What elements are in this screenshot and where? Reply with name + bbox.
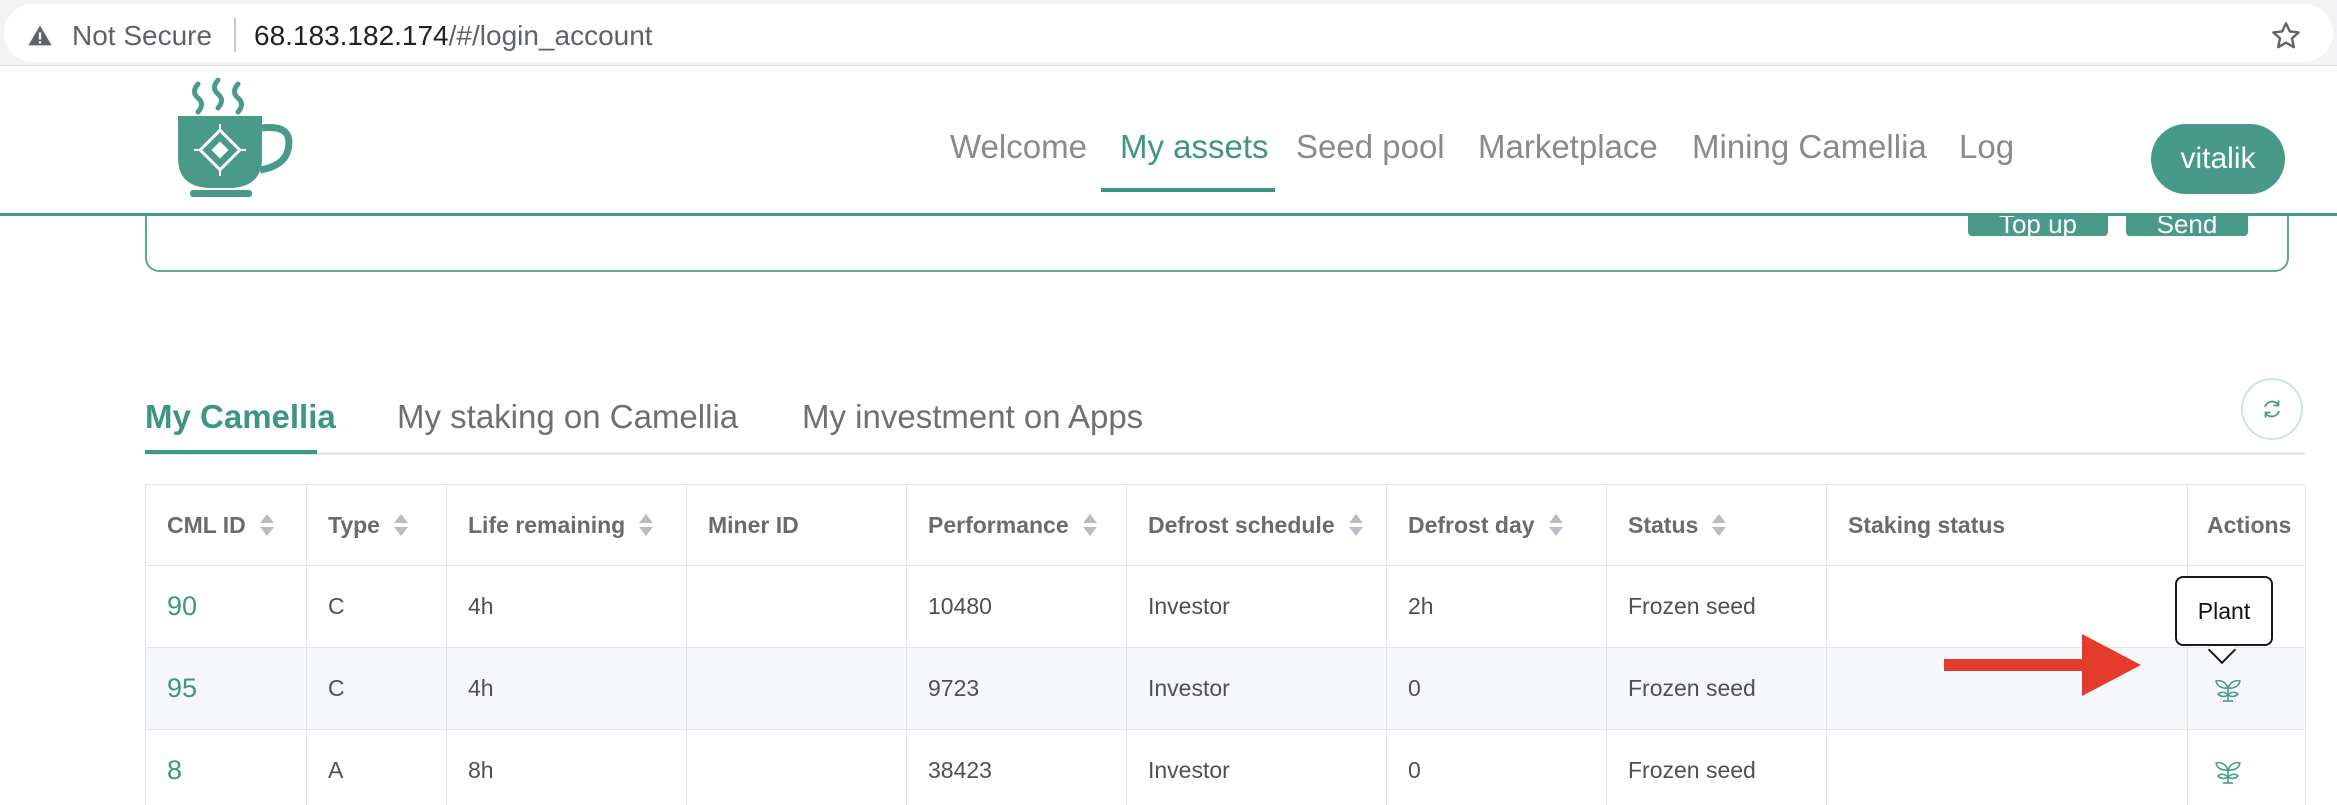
bookmark-star-icon[interactable] bbox=[2270, 20, 2302, 52]
col-header-label: Defrost day bbox=[1408, 511, 1535, 538]
cell-defrost-day: 0 bbox=[1387, 730, 1607, 805]
tab-my-investment[interactable]: My investment on Apps bbox=[802, 398, 1143, 436]
col-header-label: Actions bbox=[2207, 511, 2292, 538]
cell-type: A bbox=[307, 730, 447, 805]
url-host: 68.183.182.174 bbox=[254, 20, 449, 51]
nav-seed-pool[interactable]: Seed pool bbox=[1296, 128, 1445, 166]
col-header-life-remaining[interactable]: Life remaining bbox=[447, 485, 687, 565]
cell-defrost-schedule: Investor bbox=[1127, 730, 1387, 805]
refresh-button[interactable] bbox=[2241, 378, 2303, 440]
cell-cml-id: 8 bbox=[146, 730, 307, 805]
plant-icon[interactable] bbox=[2212, 755, 2244, 787]
address-separator bbox=[234, 18, 236, 52]
nav-my-assets[interactable]: My assets bbox=[1120, 128, 1269, 166]
camellia-tea-logo[interactable] bbox=[170, 78, 300, 202]
sort-icon[interactable] bbox=[1547, 512, 1565, 538]
cell-defrost-schedule: Investor bbox=[1127, 648, 1387, 729]
url-text[interactable]: 68.183.182.174/#/login_account bbox=[254, 20, 653, 52]
cml-id-link[interactable]: 8 bbox=[167, 755, 182, 786]
cell-status: Frozen seed bbox=[1607, 566, 1827, 647]
nav-welcome[interactable]: Welcome bbox=[950, 128, 1087, 166]
nav-log[interactable]: Log bbox=[1959, 128, 2014, 166]
col-header-status[interactable]: Status bbox=[1607, 485, 1827, 565]
red-annotation-arrow bbox=[1944, 634, 2141, 696]
asset-tabs: My Camellia My staking on Camellia My in… bbox=[145, 380, 2305, 455]
cell-defrost-day: 0 bbox=[1387, 648, 1607, 729]
col-header-label: Miner ID bbox=[708, 511, 799, 538]
warning-icon[interactable] bbox=[26, 22, 54, 50]
col-header-type[interactable]: Type bbox=[307, 485, 447, 565]
browser-address-bar: Not Secure 68.183.182.174/#/login_accoun… bbox=[0, 0, 2337, 66]
tab-my-staking[interactable]: My staking on Camellia bbox=[397, 398, 738, 436]
nav-marketplace[interactable]: Marketplace bbox=[1478, 128, 1658, 166]
col-header-miner-id: Miner ID bbox=[687, 485, 907, 565]
table-header-row: CML ID Type Life remaining Miner ID Perf… bbox=[146, 485, 2306, 566]
cml-id-link[interactable]: 95 bbox=[167, 673, 197, 704]
cell-staking-status bbox=[1827, 730, 2188, 805]
col-header-performance[interactable]: Performance bbox=[907, 485, 1127, 565]
tab-my-camellia[interactable]: My Camellia bbox=[145, 398, 336, 436]
cell-miner-id bbox=[687, 566, 907, 647]
cell-life-remaining: 4h bbox=[447, 566, 687, 647]
page: Not Secure 68.183.182.174/#/login_accoun… bbox=[0, 0, 2337, 805]
col-header-cml-id[interactable]: CML ID bbox=[146, 485, 307, 565]
plant-tooltip: Plant bbox=[2175, 576, 2273, 646]
sort-icon[interactable] bbox=[637, 512, 655, 538]
cell-defrost-day: 2h bbox=[1387, 566, 1607, 647]
refresh-icon bbox=[2264, 400, 2280, 418]
tab-active-indicator bbox=[145, 450, 317, 454]
app-header: Welcome My assets Seed pool Marketplace … bbox=[0, 66, 2337, 216]
col-header-label: Type bbox=[328, 511, 380, 538]
cell-type: C bbox=[307, 648, 447, 729]
sort-icon[interactable] bbox=[1081, 512, 1099, 538]
col-header-defrost-schedule[interactable]: Defrost schedule bbox=[1127, 485, 1387, 565]
sort-icon[interactable] bbox=[1710, 512, 1728, 538]
cell-defrost-schedule: Investor bbox=[1127, 566, 1387, 647]
cell-status: Frozen seed bbox=[1607, 730, 1827, 805]
cell-actions bbox=[2188, 730, 2306, 805]
col-header-label: Performance bbox=[928, 511, 1069, 538]
col-header-label: Staking status bbox=[1848, 511, 2006, 538]
cell-performance: 9723 bbox=[907, 648, 1127, 729]
cell-performance: 10480 bbox=[907, 566, 1127, 647]
cell-life-remaining: 4h bbox=[447, 648, 687, 729]
sort-icon[interactable] bbox=[392, 512, 410, 538]
sort-icon[interactable] bbox=[258, 512, 276, 538]
cell-cml-id: 95 bbox=[146, 648, 307, 729]
cell-type: C bbox=[307, 566, 447, 647]
cell-life-remaining: 8h bbox=[447, 730, 687, 805]
cell-miner-id bbox=[687, 730, 907, 805]
cell-status: Frozen seed bbox=[1607, 648, 1827, 729]
col-header-label: Defrost schedule bbox=[1148, 511, 1335, 538]
col-header-label: CML ID bbox=[167, 511, 246, 538]
cell-miner-id bbox=[687, 648, 907, 729]
omnibox[interactable]: Not Secure 68.183.182.174/#/login_accoun… bbox=[4, 4, 2333, 62]
user-account-button[interactable]: vitalik bbox=[2151, 124, 2285, 194]
url-path: /#/login_account bbox=[448, 20, 653, 51]
nav-mining-camellia[interactable]: Mining Camellia bbox=[1692, 128, 1927, 166]
col-header-actions: Actions bbox=[2188, 485, 2306, 565]
nav-active-indicator bbox=[1101, 188, 1275, 192]
sort-icon[interactable] bbox=[1347, 512, 1365, 538]
col-header-label: Life remaining bbox=[468, 511, 626, 538]
cell-cml-id: 90 bbox=[146, 566, 307, 647]
cml-id-link[interactable]: 90 bbox=[167, 591, 197, 622]
table-row: 8 A 8h 38423 Investor 0 Frozen seed bbox=[146, 730, 2306, 805]
plant-icon[interactable] bbox=[2212, 673, 2244, 705]
col-header-staking-status: Staking status bbox=[1827, 485, 2188, 565]
cell-actions bbox=[2188, 648, 2306, 729]
col-header-label: Status bbox=[1628, 511, 1699, 538]
security-label[interactable]: Not Secure bbox=[72, 20, 212, 52]
cell-performance: 38423 bbox=[907, 730, 1127, 805]
col-header-defrost-day[interactable]: Defrost day bbox=[1387, 485, 1607, 565]
